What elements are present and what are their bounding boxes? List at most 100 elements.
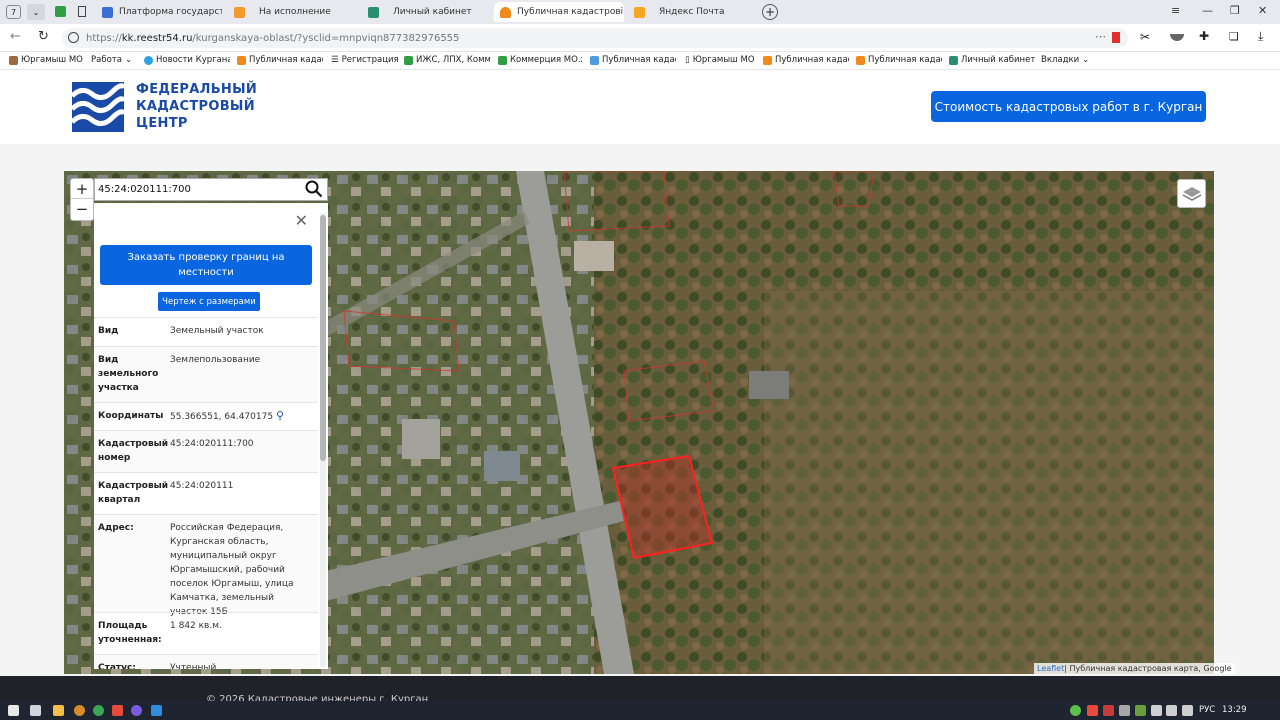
grid-icon	[404, 55, 413, 65]
tab-label: Платформа государстве	[119, 7, 222, 17]
tab-count-badge[interactable]: 7	[6, 5, 21, 19]
tab-label: Личный кабинет	[393, 7, 472, 17]
puzzle-icon[interactable]: ✚	[1199, 29, 1209, 43]
more-icon[interactable]: ⋯	[1095, 30, 1106, 43]
extension-icon[interactable]	[1170, 34, 1184, 41]
logo-text[interactable]: ФЕДЕРАЛЬНЫЙ КАДАСТРОВЫЙ ЦЕНТР	[136, 81, 257, 132]
input-language[interactable]: РУС	[1199, 705, 1215, 715]
reload-icon[interactable]: ↻	[38, 29, 49, 44]
bookmark-item[interactable]: Юргамыш МО	[9, 55, 83, 65]
minimize-icon[interactable]: —	[1202, 4, 1213, 17]
attr-row-area: Площадь уточненная: 1 842 кв.м.	[94, 612, 318, 654]
app-icon[interactable]	[93, 705, 104, 716]
bookmarks-bar: Юргамыш МО Работа ⌄ Новости Кургана Публи…	[0, 52, 1280, 70]
bookmark-item[interactable]: Публичная кадас	[763, 55, 849, 65]
bookmark-item[interactable]: Личный кабинет	[949, 55, 1035, 65]
attr-row-type: Вид Земельный участок	[94, 317, 318, 346]
bookmark-folder[interactable]: Вкладки ⌄	[1041, 55, 1089, 65]
dimension-drawing-button[interactable]: Чертеж с размерами	[158, 292, 260, 311]
windows-taskbar: РУС 13:29	[0, 701, 1280, 720]
bookmark-flag-icon[interactable]	[1112, 32, 1120, 43]
attr-row-cadastral-quarter: Кадастровый квартал 45:24:020111	[94, 472, 318, 514]
app-icon[interactable]	[151, 705, 162, 716]
browser-tab-bar: 7 ⌄ Платформа государстве На исполнение …	[0, 0, 1280, 24]
tray-icon[interactable]	[1070, 705, 1081, 716]
page-icon[interactable]	[78, 6, 86, 17]
tab-cabinet[interactable]: Личный кабинет	[362, 2, 490, 22]
site-info-icon[interactable]	[68, 32, 79, 43]
page-icon: ▯	[685, 55, 690, 65]
back-arrow-icon[interactable]: ←	[10, 29, 21, 44]
collections-icon[interactable]: ❏	[1229, 30, 1239, 43]
parcel-info-panel: ✕ Заказать проверку границ на местности …	[94, 203, 328, 669]
bookmark-item[interactable]: Публичная кадас	[590, 55, 676, 65]
app-icon[interactable]	[131, 705, 142, 716]
tray-icon[interactable]	[1151, 705, 1162, 716]
start-icon[interactable]	[8, 705, 19, 716]
downloads-icon[interactable]: ⤓	[1258, 29, 1263, 44]
tray-icon[interactable]	[1135, 705, 1146, 716]
bookmark-item[interactable]: Коммерция МО.х	[498, 55, 582, 65]
attr-row-status: Статус: Учтенный	[94, 654, 318, 669]
zoom-out-button[interactable]: −	[71, 199, 93, 219]
app-icon[interactable]	[74, 705, 85, 716]
tray-icon[interactable]	[1119, 705, 1130, 716]
bookmark-item[interactable]: Публичная кадас	[237, 55, 323, 65]
new-tab-button[interactable]: +	[762, 4, 778, 20]
explorer-icon[interactable]	[53, 705, 64, 716]
attr-row-address: Адрес: Российская Федерация, Курганская о…	[94, 514, 318, 617]
leaflet-link[interactable]: Leaflet	[1037, 664, 1064, 673]
extension-tools-icon[interactable]: ✂	[1140, 30, 1150, 44]
service-icon	[368, 6, 379, 18]
chevron-down-icon: ⌄	[1082, 55, 1090, 65]
bookmark-item[interactable]: Публичная кадас	[856, 55, 942, 65]
location-pin-icon[interactable]: ⚲	[276, 409, 284, 422]
grid-icon	[498, 55, 507, 65]
bookmark-item[interactable]: ☰ Регистрация	[331, 55, 399, 65]
tab-platform[interactable]: Платформа государстве	[96, 2, 222, 22]
search-icon[interactable]	[305, 180, 323, 201]
clock[interactable]: 13:29	[1222, 705, 1247, 715]
map-attribution: Leaflet | Публичная кадастровая карта, G…	[1034, 663, 1235, 674]
logo-wave-icon[interactable]	[70, 82, 127, 132]
house-icon	[237, 55, 246, 65]
yandex-browser-icon[interactable]	[112, 705, 123, 716]
close-icon[interactable]: ✕	[295, 211, 308, 230]
house-icon	[500, 6, 511, 18]
cadastral-search-input[interactable]	[98, 184, 298, 195]
zoom-control: + −	[70, 178, 94, 221]
tab-cadastral-map[interactable]: Публичная кадастрові ✕	[494, 2, 624, 22]
tab-list-chevron-icon[interactable]: ⌄	[27, 4, 45, 20]
close-window-icon[interactable]: ✕	[1258, 4, 1267, 17]
bookmark-folder[interactable]: Работа ⌄	[91, 55, 132, 65]
attr-row-coordinates: Координаты 55.366551, 64.470175 ⚲	[94, 402, 318, 430]
menu-icon[interactable]: ≡	[1171, 4, 1180, 17]
bookmark-item[interactable]: ИЖС, ЛПХ, Комм	[404, 55, 490, 65]
panel-scroll-thumb[interactable]	[320, 215, 326, 461]
bookmark-item[interactable]: Новости Кургана	[144, 55, 230, 65]
service-icon	[949, 55, 958, 65]
chevron-down-icon: ⌄	[124, 55, 133, 65]
map-icon	[590, 55, 599, 65]
tab-yandex-mail[interactable]: Яндекс Почта	[628, 2, 756, 22]
url-prefix: https://	[86, 32, 122, 44]
tray-icon[interactable]	[1103, 705, 1114, 716]
cadastral-search-box	[94, 178, 328, 201]
url-host: kk.reestr54.ru	[121, 32, 193, 44]
tray-icon[interactable]	[1087, 705, 1098, 716]
tab-execution[interactable]: На исполнение	[228, 2, 356, 22]
attr-row-cadastral-number: Кадастровый номер 45:24:020111:700	[94, 430, 318, 472]
volume-icon[interactable]	[1182, 705, 1193, 716]
network-icon[interactable]	[1166, 705, 1177, 716]
bookmark-item[interactable]: ▯ Юргамыш МО	[685, 55, 755, 65]
site-footer: © 2026 Кадастровые инженеры г. Курган	[0, 676, 1280, 705]
restore-icon[interactable]: ❐	[1230, 4, 1240, 17]
grid-apps-icon[interactable]	[55, 6, 66, 17]
cadastral-cost-button[interactable]: Стоимость кадастровых работ в г. Курган	[931, 91, 1206, 122]
task-view-icon[interactable]	[30, 705, 41, 716]
url-field[interactable]: https://kk.reestr54.ru/kurganskaya-oblas…	[62, 28, 1128, 48]
address-bar: ← ↻ https://kk.reestr54.ru/kurganskaya-o…	[0, 24, 1280, 52]
order-boundary-check-button[interactable]: Заказать проверку границ на местности	[100, 245, 312, 285]
layers-icon[interactable]	[1177, 179, 1206, 208]
zoom-in-button[interactable]: +	[71, 179, 93, 199]
